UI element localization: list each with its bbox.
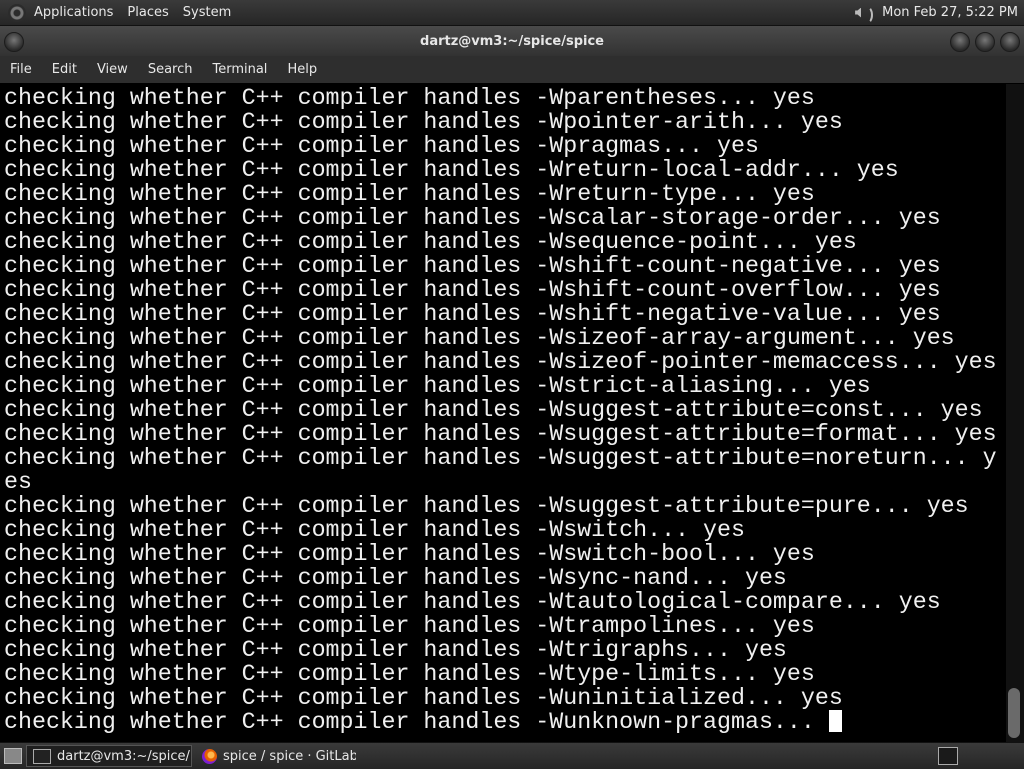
terminal-line: checking whether C++ compiler handles -W…: [4, 277, 941, 303]
clock[interactable]: Mon Feb 27, 5:22 PM: [882, 5, 1018, 20]
terminal-line: checking whether C++ compiler handles -W…: [4, 517, 745, 543]
terminal-line: checking whether C++ compiler handles -W…: [4, 541, 815, 567]
terminal-line: checking whether C++ compiler handles -W…: [4, 85, 815, 111]
terminal-line: checking whether C++ compiler handles -W…: [4, 661, 815, 687]
terminal-line: checking whether C++ compiler handles -W…: [4, 565, 787, 591]
scrollbar-thumb[interactable]: [1008, 688, 1020, 738]
menu-help[interactable]: Help: [277, 62, 327, 77]
terminal-line: checking whether C++ compiler handles -W…: [4, 685, 843, 711]
menu-bar: File Edit View Search Terminal Help: [0, 56, 1024, 83]
terminal-tray-icon[interactable]: [938, 747, 958, 765]
menu-file[interactable]: File: [0, 62, 42, 77]
taskbar-item-label: spice / spice · GitLab...: [223, 748, 356, 764]
terminal-line: checking whether C++ compiler handles -W…: [4, 445, 997, 471]
taskbar-item-label: dartz@vm3:~/spice/...: [57, 748, 192, 764]
close-button[interactable]: [1000, 32, 1020, 52]
text-cursor: [829, 710, 842, 732]
taskbar: dartz@vm3:~/spice/... spice / spice · Gi…: [0, 742, 1024, 769]
terminal-line: checking whether C++ compiler handles -W…: [4, 253, 941, 279]
minimize-button[interactable]: [950, 32, 970, 52]
terminal-icon: [33, 748, 51, 764]
maximize-button[interactable]: [975, 32, 995, 52]
menu-view[interactable]: View: [87, 62, 138, 77]
terminal-line: checking whether C++ compiler handles -W…: [4, 493, 969, 519]
menu-edit[interactable]: Edit: [42, 62, 87, 77]
terminal-line: checking whether C++ compiler handles -W…: [4, 301, 941, 327]
terminal-line: checking whether C++ compiler handles -W…: [4, 229, 857, 255]
scrollbar[interactable]: [1006, 84, 1024, 742]
system-menu[interactable]: System: [183, 5, 231, 20]
terminal-line: checking whether C++ compiler handles -W…: [4, 637, 787, 663]
sound-wave-shape: [861, 5, 874, 24]
terminal-line: checking whether C++ compiler handles -W…: [4, 709, 829, 735]
firefox-icon: [202, 748, 217, 764]
window-title: dartz@vm3:~/spice/spice: [420, 33, 604, 49]
terminal-line: checking whether C++ compiler handles -W…: [4, 325, 955, 351]
terminal-line: checking whether C++ compiler handles -W…: [4, 157, 899, 183]
terminal-line: checking whether C++ compiler handles -W…: [4, 421, 997, 447]
window-titlebar[interactable]: dartz@vm3:~/spice/spice: [0, 26, 1024, 56]
terminal-line: checking whether C++ compiler handles -W…: [4, 109, 843, 135]
show-desktop-icon[interactable]: [4, 748, 22, 764]
top-panel: Applications Places System Mon Feb 27, 5…: [0, 0, 1024, 26]
taskbar-item-firefox[interactable]: spice / spice · GitLab...: [196, 745, 356, 767]
gnome-foot-icon[interactable]: [8, 3, 26, 22]
terminal-line: checking whether C++ compiler handles -W…: [4, 373, 871, 399]
window-menu-button[interactable]: [4, 32, 24, 52]
terminal-line: es: [4, 469, 32, 495]
terminal-line: checking whether C++ compiler handles -W…: [4, 397, 983, 423]
terminal-line: checking whether C++ compiler handles -W…: [4, 613, 815, 639]
taskbar-item-terminal[interactable]: dartz@vm3:~/spice/...: [26, 745, 192, 767]
menu-terminal[interactable]: Terminal: [202, 62, 277, 77]
terminal-line: checking whether C++ compiler handles -W…: [4, 349, 997, 375]
terminal-line: checking whether C++ compiler handles -W…: [4, 205, 941, 231]
places-menu[interactable]: Places: [127, 5, 168, 20]
terminal-line: checking whether C++ compiler handles -W…: [4, 589, 941, 615]
menu-search[interactable]: Search: [138, 62, 203, 77]
terminal-output[interactable]: checking whether C++ compiler handles -W…: [0, 84, 1006, 742]
applications-menu[interactable]: Applications: [34, 5, 113, 20]
volume-icon[interactable]: [852, 4, 874, 24]
terminal-line: checking whether C++ compiler handles -W…: [4, 181, 815, 207]
terminal-line: checking whether C++ compiler handles -W…: [4, 133, 759, 159]
